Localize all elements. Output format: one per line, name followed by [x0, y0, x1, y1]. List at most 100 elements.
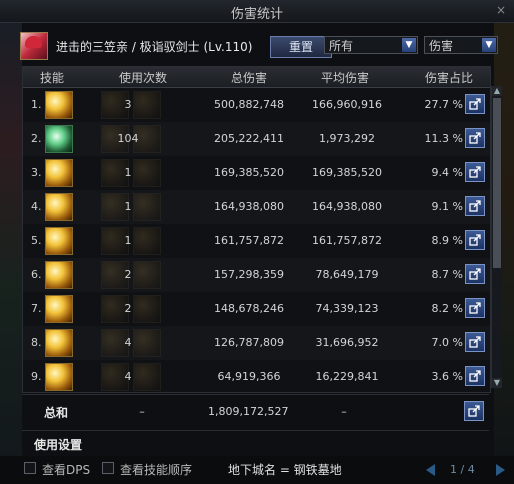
row-share-button[interactable]	[465, 332, 485, 352]
sword-strike-icon	[45, 329, 73, 357]
row-average: 16,229,841	[315, 370, 379, 383]
row-uses: 2	[124, 268, 132, 281]
row-total: 148,678,246	[214, 302, 284, 315]
show-dps-checkbox[interactable]	[24, 462, 36, 474]
settings-section: 使用设置	[22, 430, 489, 453]
row-uses: 104	[117, 132, 139, 145]
avatar-hair-icon	[25, 36, 42, 48]
row-total: 64,919,366	[217, 370, 281, 383]
next-page-icon[interactable]	[496, 464, 505, 476]
row-total: 205,222,411	[214, 132, 284, 145]
reset-button[interactable]: 重置	[270, 36, 332, 58]
row-average: 31,696,952	[315, 336, 379, 349]
row-total: 157,298,359	[214, 268, 284, 281]
sword-aura-icon	[45, 295, 73, 323]
page-indicator: 1 / 4	[450, 463, 475, 476]
total-average: –	[341, 405, 347, 418]
sword-wave-icon	[45, 261, 73, 289]
share-export-icon	[469, 98, 481, 110]
share-export-icon	[469, 370, 481, 382]
row-share-button[interactable]	[465, 162, 485, 182]
row-rank: 9.	[31, 370, 42, 383]
scroll-thumb[interactable]	[493, 98, 501, 268]
show-dps-label[interactable]: 查看DPS	[42, 461, 90, 478]
row-average: 1,973,292	[319, 132, 375, 145]
row-share-button[interactable]	[465, 128, 485, 148]
spirit-swords-icon	[45, 125, 73, 153]
table-row[interactable]: 6. 2 157,298,359 78,649,179 8.7 %	[23, 258, 490, 292]
sword-burst-icon	[45, 363, 73, 391]
filter-select[interactable]: 所有 ▼	[324, 36, 418, 54]
sword-slash-icon	[45, 91, 73, 119]
window-title: 伤害统计	[230, 7, 283, 22]
row-share-button[interactable]	[465, 230, 485, 250]
total-row: 总和 – 1,809,172,527 –	[22, 394, 489, 427]
table-row[interactable]: 2. 104 205,222,411 1,973,292 11.3 %	[23, 122, 490, 156]
row-rank: 8.	[31, 336, 42, 349]
row-share-button[interactable]	[465, 264, 485, 284]
table-header: 技能 使用次数 总伤害 平均伤害 伤害占比	[23, 67, 490, 88]
row-share: 3.6 %	[431, 370, 463, 383]
row-total: 169,385,520	[214, 166, 284, 179]
row-uses: 1	[124, 200, 132, 213]
table-row[interactable]: 5. 1 161,757,872 161,757,872 8.9 %	[23, 224, 490, 258]
total-share-button[interactable]	[464, 401, 484, 421]
share-export-icon	[468, 405, 480, 417]
show-skill-order-label[interactable]: 查看技能顺序	[120, 461, 192, 478]
damage-stats-window: 伤害统计 × 进击的三笠亲 / 极诣驭剑士 (Lv.110) 重置 所有 ▼ 伤…	[0, 0, 514, 484]
row-uses: 1	[124, 234, 132, 247]
col-average: 平均伤害	[320, 71, 369, 85]
col-uses: 使用次数	[118, 71, 167, 85]
chevron-down-icon: ▼	[482, 38, 496, 52]
table-row[interactable]: 1. 3 500,882,748 166,960,916 27.7 %	[23, 88, 490, 122]
table-row[interactable]: 3. 1 169,385,520 169,385,520 9.4 %	[23, 156, 490, 190]
type-select[interactable]: 伤害 ▼	[424, 36, 498, 54]
share-export-icon	[469, 234, 481, 246]
settings-label: 使用设置	[34, 438, 83, 452]
table-scrollbar[interactable]: ▲ ▼	[491, 86, 502, 388]
table-row[interactable]: 7. 2 148,678,246 74,339,123 8.2 %	[23, 292, 490, 326]
row-uses: 4	[124, 336, 132, 349]
chevron-down-icon: ▼	[402, 38, 416, 52]
table-row[interactable]: 9. 4 64,919,366 16,229,841 3.6 %	[23, 360, 490, 394]
row-uses: 2	[124, 302, 132, 315]
row-share-button[interactable]	[465, 196, 485, 216]
character-avatar	[20, 32, 48, 60]
scroll-down-icon[interactable]: ▼	[492, 378, 502, 388]
type-select-value: 伤害	[429, 39, 454, 53]
sword-rain-icon	[45, 159, 73, 187]
row-share: 8.2 %	[431, 302, 463, 315]
footer-bar: 查看DPS 查看技能顺序 地下城名 = 钢铁墓地 1 / 4	[0, 456, 514, 484]
row-share: 7.0 %	[431, 336, 463, 349]
row-share-button[interactable]	[465, 298, 485, 318]
row-share: 9.1 %	[431, 200, 463, 213]
prev-page-icon[interactable]	[426, 464, 435, 476]
row-rank: 7.	[31, 302, 42, 315]
table-row[interactable]: 8. 4 126,787,809 31,696,952 7.0 %	[23, 326, 490, 360]
share-export-icon	[469, 132, 481, 144]
close-icon[interactable]: ×	[494, 3, 508, 17]
row-share-button[interactable]	[465, 366, 485, 386]
total-uses: –	[139, 405, 145, 418]
row-rank: 1.	[31, 98, 42, 111]
header-bar: 进击的三笠亲 / 极诣驭剑士 (Lv.110) 重置 所有 ▼ 伤害 ▼	[18, 30, 498, 62]
row-total: 500,882,748	[214, 98, 284, 111]
share-export-icon	[469, 200, 481, 212]
title-bar[interactable]: 伤害统计 ×	[0, 0, 514, 23]
share-export-icon	[469, 302, 481, 314]
col-skill: 技能	[39, 71, 64, 85]
row-uses: 4	[124, 370, 132, 383]
row-uses: 1	[124, 166, 132, 179]
row-average: 166,960,916	[312, 98, 382, 111]
row-rank: 5.	[31, 234, 42, 247]
total-label: 总和	[44, 406, 69, 420]
show-skill-order-checkbox[interactable]	[102, 462, 114, 474]
row-uses: 3	[124, 98, 132, 111]
scroll-up-icon[interactable]: ▲	[492, 86, 502, 96]
row-share-button[interactable]	[465, 94, 485, 114]
row-rank: 6.	[31, 268, 42, 281]
table-row[interactable]: 4. 1 164,938,080 164,938,080 9.1 %	[23, 190, 490, 224]
character-name: 进击的三笠亲 / 极诣驭剑士 (Lv.110)	[56, 40, 253, 54]
row-rank: 3.	[31, 166, 42, 179]
share-export-icon	[469, 268, 481, 280]
